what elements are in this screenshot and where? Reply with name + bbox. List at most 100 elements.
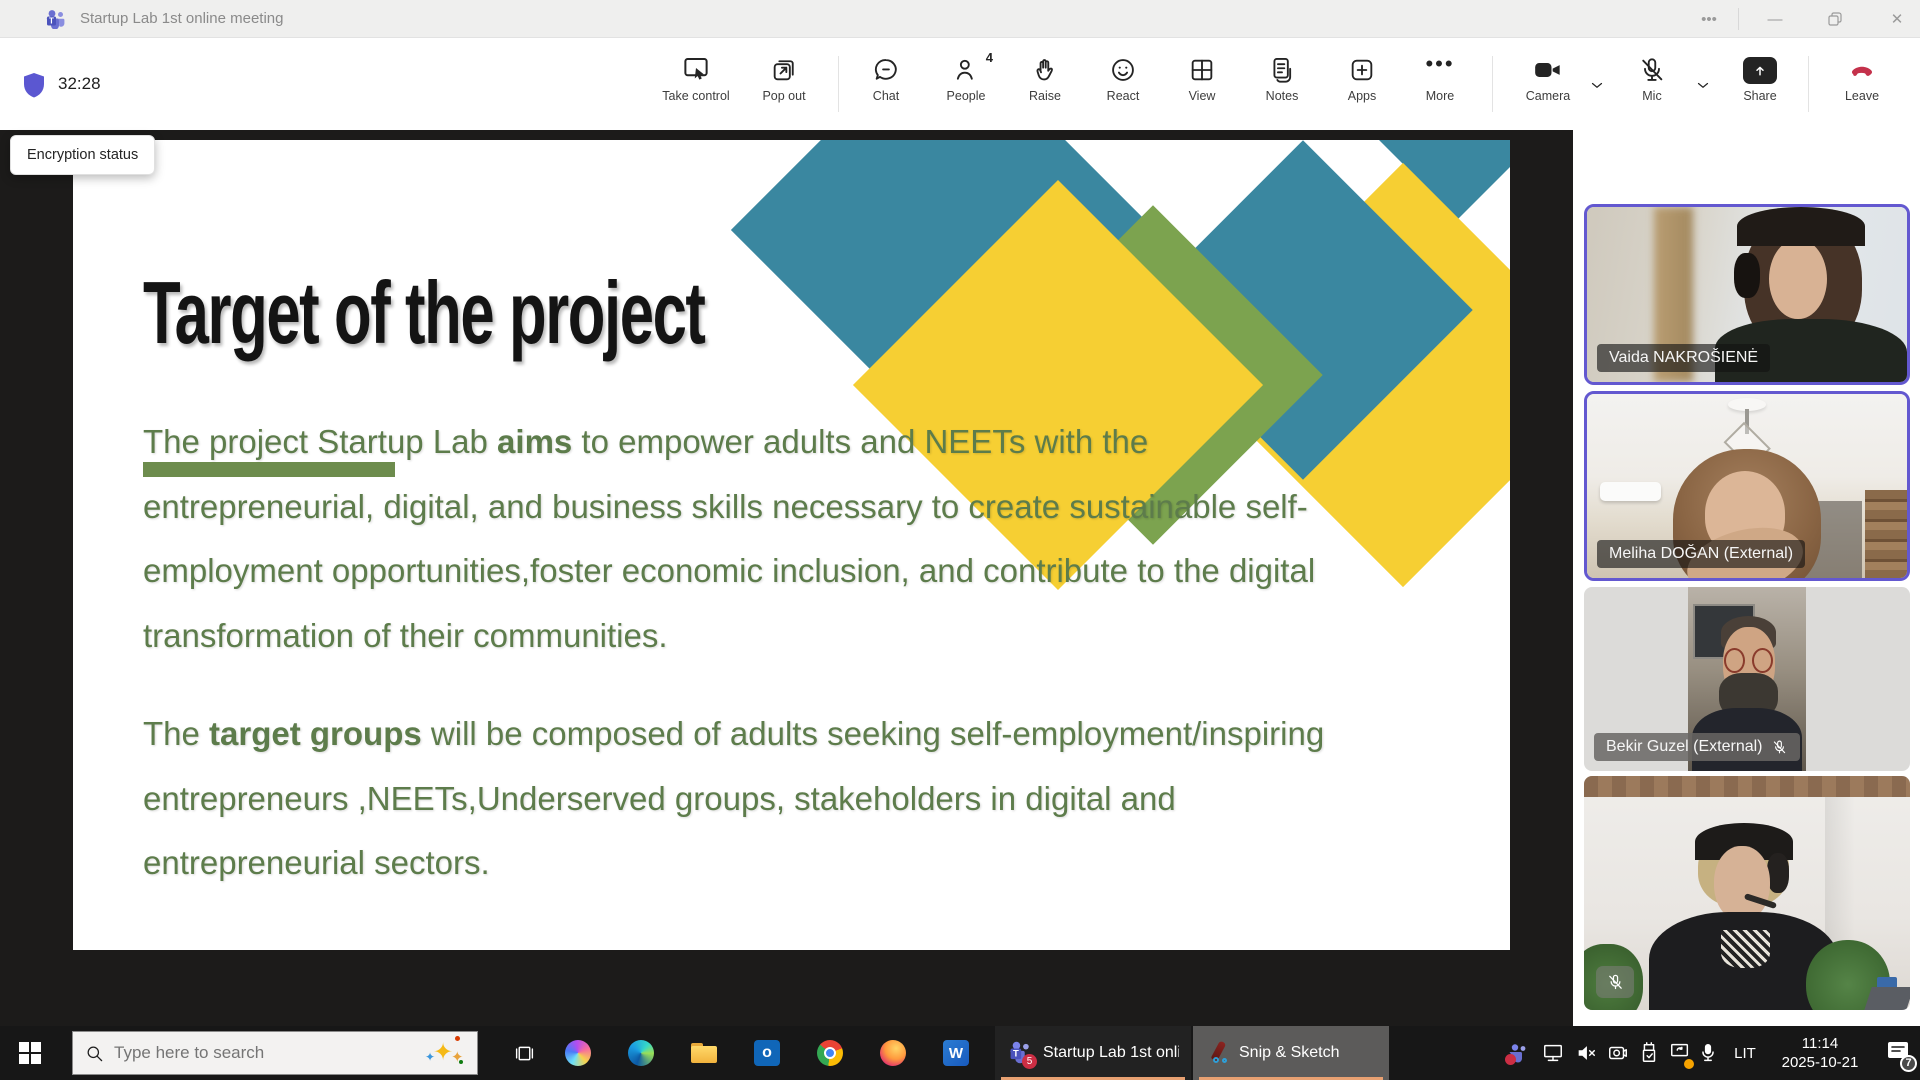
taskbar-app-chrome[interactable] <box>814 1026 846 1080</box>
participant-tile-unnamed[interactable] <box>1584 776 1910 1010</box>
leave-call-icon <box>1847 44 1877 84</box>
more-dots-icon: ••• <box>1425 44 1454 84</box>
take-control-icon <box>681 44 711 84</box>
window-titlebar: T Startup Lab 1st online meeting ••• — ✕ <box>0 0 1920 38</box>
taskbar-app-copilot[interactable] <box>562 1026 594 1080</box>
meeting-toolbar: 32:28 Take control Pop out Chat <box>0 38 1920 130</box>
participant-tile-bekir[interactable]: Bekir Guzel (External) <box>1584 587 1910 771</box>
mic-options-chevron-icon[interactable] <box>1694 76 1716 98</box>
search-input[interactable] <box>114 1043 415 1063</box>
taskbar-app-file-explorer[interactable] <box>688 1026 720 1080</box>
toolbar-separator <box>1492 56 1493 112</box>
camera-button[interactable]: Camera <box>1513 44 1583 124</box>
toolbar-separator <box>1808 56 1809 112</box>
pop-out-icon <box>770 44 798 84</box>
raise-hand-icon <box>1031 44 1059 84</box>
taskbar-app-outlook[interactable]: o <box>751 1026 783 1080</box>
notes-button[interactable]: Notes <box>1242 44 1322 124</box>
encryption-shield-icon[interactable] <box>22 72 46 98</box>
windows-logo-icon <box>19 1042 41 1064</box>
word-icon: W <box>943 1040 969 1066</box>
teams-taskbar-icon: T 5 <box>1007 1040 1033 1066</box>
people-icon: 4 <box>952 44 980 84</box>
tray-teams-icon[interactable] <box>1502 1026 1534 1080</box>
tray-date: 2025-10-21 <box>1782 1053 1859 1072</box>
search-icon <box>85 1044 104 1063</box>
tray-display-icon[interactable] <box>1537 1026 1569 1080</box>
slide-paragraph-1: The project Startup Lab aims to empower … <box>143 410 1473 668</box>
window-title: Startup Lab 1st online meeting <box>80 10 283 27</box>
search-highlights-icon: ✦ ✦ ✦ <box>425 1036 465 1070</box>
participant-tile-vaida[interactable]: Vaida NAKROŠIENĖ <box>1584 204 1910 385</box>
view-button[interactable]: View <box>1162 44 1242 124</box>
copilot-icon <box>565 1040 591 1066</box>
tray-microphone-icon[interactable] <box>1692 1026 1724 1080</box>
titlebar-divider <box>1738 8 1739 30</box>
task-view-button[interactable] <box>508 1026 540 1080</box>
camera-options-chevron-icon[interactable] <box>1588 76 1610 98</box>
slide-title: Target of the project <box>143 262 705 364</box>
laptop <box>1864 987 1910 1010</box>
window-restore-icon[interactable] <box>1812 0 1858 38</box>
edge-icon <box>628 1040 654 1066</box>
bookshelf <box>1865 490 1907 578</box>
taskbar-window-snip-sketch[interactable]: Snip & Sketch <box>1193 1026 1389 1080</box>
tray-clock[interactable]: 11:14 2025-10-21 <box>1768 1026 1872 1080</box>
chat-icon <box>872 44 900 84</box>
snip-sketch-icon <box>1205 1041 1229 1065</box>
svg-text:T: T <box>1013 1049 1019 1060</box>
slide-paragraph-2: The target groups will be composed of ad… <box>143 702 1473 896</box>
more-button[interactable]: ••• More <box>1400 44 1480 124</box>
leave-button[interactable]: Leave <box>1822 44 1902 124</box>
windows-taskbar: ✦ ✦ ✦ o <box>0 1026 1920 1080</box>
apps-button[interactable]: Apps <box>1322 44 1402 124</box>
firefox-icon <box>880 1040 906 1066</box>
chrome-icon <box>817 1040 843 1066</box>
mic-muted-icon <box>1638 44 1666 84</box>
participant-name-label: Vaida NAKROŠIENĖ <box>1597 344 1770 372</box>
pop-out-button[interactable]: Pop out <box>744 44 824 124</box>
presentation-slide: Target of the project The project Startu… <box>73 140 1510 950</box>
taskbar-window-teams[interactable]: T 5 Startup Lab 1st onli... <box>995 1026 1191 1080</box>
svg-text:T: T <box>49 17 54 26</box>
file-explorer-icon <box>691 1043 717 1063</box>
window-minimize-icon[interactable]: — <box>1752 0 1798 38</box>
taskbar-app-word[interactable]: W <box>940 1026 972 1080</box>
people-button[interactable]: 4 People <box>926 44 1006 124</box>
taskbar-search[interactable]: ✦ ✦ ✦ <box>72 1031 478 1075</box>
participants-panel: Vaida NAKROŠIENĖ Meliha DOĞAN (External) <box>1573 130 1920 1026</box>
take-control-button[interactable]: Take control <box>646 44 746 124</box>
share-button[interactable]: Share <box>1725 44 1795 124</box>
mic-muted-indicator <box>1596 966 1634 998</box>
camera-on-icon <box>1532 44 1564 84</box>
participant-tile-meliha[interactable]: Meliha DOĞAN (External) <box>1584 391 1910 581</box>
window-more-icon[interactable]: ••• <box>1686 0 1732 38</box>
headset-earcup <box>1767 853 1790 893</box>
mic-button[interactable]: Mic <box>1622 44 1682 124</box>
start-button[interactable] <box>0 1026 60 1080</box>
share-icon <box>1743 44 1777 84</box>
notification-count-badge: 7 <box>1900 1055 1917 1072</box>
tray-usb-icon[interactable] <box>1633 1026 1665 1080</box>
people-count-badge: 4 <box>986 50 993 65</box>
window-close-icon[interactable]: ✕ <box>1874 0 1920 38</box>
react-button[interactable]: React <box>1083 44 1163 124</box>
screen: T Startup Lab 1st online meeting ••• — ✕… <box>0 0 1920 1080</box>
taskbar-app-edge[interactable] <box>625 1026 657 1080</box>
patterned-collar <box>1721 930 1770 967</box>
shared-content-stage: Target of the project The project Startu… <box>0 130 1573 1026</box>
task-view-icon <box>514 1043 535 1064</box>
apps-plus-icon <box>1348 44 1376 84</box>
wood-ceiling <box>1584 776 1910 797</box>
taskbar-app-firefox[interactable] <box>877 1026 909 1080</box>
encryption-status-tooltip: Encryption status <box>10 135 155 175</box>
teams-notification-badge: 5 <box>1022 1054 1037 1069</box>
chat-button[interactable]: Chat <box>846 44 926 124</box>
tray-volume-muted-icon[interactable] <box>1570 1026 1602 1080</box>
mic-muted-icon <box>1771 739 1788 756</box>
tray-language-indicator[interactable]: LIT <box>1725 1026 1765 1080</box>
tray-camera-icon[interactable] <box>1602 1026 1634 1080</box>
action-center-button[interactable]: 7 <box>1876 1026 1920 1080</box>
raise-hand-button[interactable]: Raise <box>1005 44 1085 124</box>
participant-name-label: Bekir Guzel (External) <box>1594 733 1800 761</box>
